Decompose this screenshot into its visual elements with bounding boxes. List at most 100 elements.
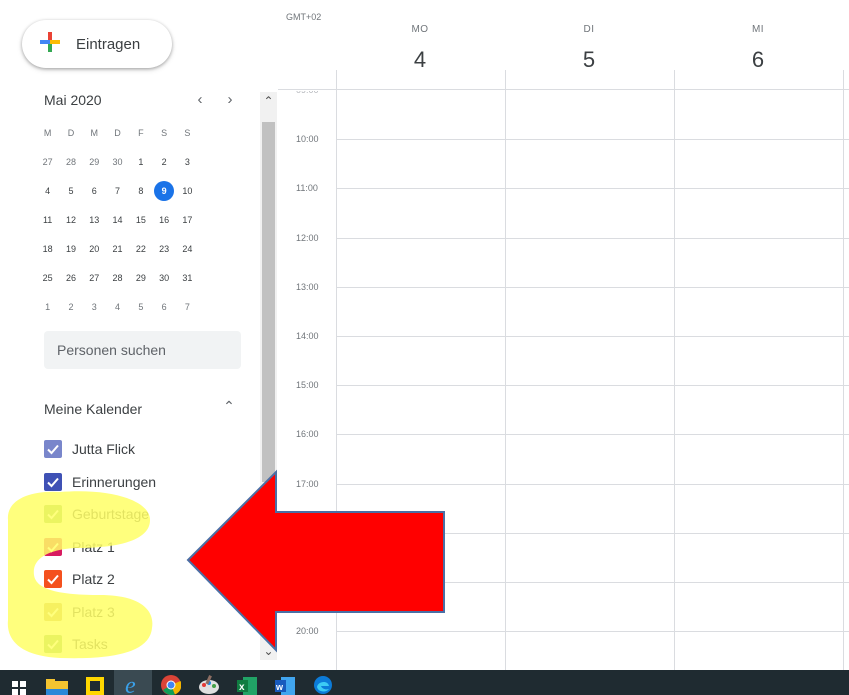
weekday-header: F bbox=[138, 127, 144, 138]
mini-calendar-day[interactable]: 17 bbox=[176, 210, 199, 230]
mini-calendar-day[interactable]: 14 bbox=[106, 210, 129, 230]
mini-calendar-day[interactable]: 30 bbox=[106, 152, 129, 172]
mini-calendar-day[interactable]: 21 bbox=[106, 239, 129, 259]
mini-calendar-day[interactable]: 13 bbox=[83, 210, 106, 230]
mini-calendar-day[interactable]: 29 bbox=[83, 152, 106, 172]
mini-calendar-day[interactable]: 3 bbox=[176, 152, 199, 172]
create-event-button[interactable]: Eintragen bbox=[22, 20, 172, 68]
checkmark-icon bbox=[47, 640, 59, 650]
day-column-divider bbox=[843, 70, 844, 670]
mini-calendar-day[interactable]: 4 bbox=[36, 181, 59, 201]
calendar-item[interactable]: Tasks bbox=[44, 628, 156, 661]
chevron-up-icon[interactable]: ⌃ bbox=[220, 398, 238, 415]
day-name: DI bbox=[583, 24, 595, 35]
calendar-checkbox[interactable] bbox=[44, 602, 62, 621]
calendar-checkbox[interactable] bbox=[44, 440, 62, 459]
scroll-down-icon[interactable]: ⌄ bbox=[260, 644, 277, 658]
file-explorer-icon[interactable] bbox=[38, 670, 76, 695]
mini-calendar-week: 25 26 27 28 29 30 31 bbox=[36, 263, 246, 292]
svg-text:w: w bbox=[275, 682, 284, 692]
day-column-divider bbox=[674, 70, 675, 670]
mini-calendar-day[interactable]: 9 bbox=[154, 180, 175, 201]
hour-label: 10:00 bbox=[296, 134, 319, 144]
mini-calendar-day[interactable]: 16 bbox=[152, 210, 175, 230]
mini-calendar-day[interactable]: 3 bbox=[83, 297, 106, 317]
calendar-item[interactable]: Platz 2 bbox=[44, 563, 156, 596]
mini-calendar-day[interactable]: 22 bbox=[129, 239, 152, 259]
hour-label: 20:00 bbox=[296, 626, 319, 636]
mini-calendar-day[interactable]: 20 bbox=[83, 239, 106, 259]
windows-start-icon[interactable] bbox=[0, 670, 38, 695]
calendar-checkbox[interactable] bbox=[44, 537, 62, 556]
mini-calendar-day[interactable]: 27 bbox=[36, 152, 59, 172]
mini-calendar-day[interactable]: 5 bbox=[129, 297, 152, 317]
sidebar-scrollbar[interactable]: ⌃ ⌄ bbox=[260, 92, 277, 660]
mini-calendar-day[interactable]: 28 bbox=[106, 268, 129, 288]
mini-calendar-day[interactable]: 4 bbox=[106, 297, 129, 317]
mini-calendar-day[interactable]: 7 bbox=[176, 297, 199, 317]
calendar-checkbox[interactable] bbox=[44, 635, 62, 654]
mini-calendar-day[interactable]: 31 bbox=[176, 268, 199, 288]
mini-calendar-day[interactable]: 30 bbox=[152, 268, 175, 288]
mini-calendar-day[interactable]: 18 bbox=[36, 239, 59, 259]
calendar-item[interactable]: Geburtstage bbox=[44, 498, 156, 531]
checkmark-icon bbox=[47, 575, 59, 585]
create-button-label: Eintragen bbox=[76, 35, 141, 53]
mini-calendar-week: 27 28 29 30 1 2 3 bbox=[36, 147, 246, 176]
hour-label: 12:00 bbox=[296, 233, 319, 243]
mini-calendar-day[interactable]: 15 bbox=[129, 210, 152, 230]
calendar-checkbox[interactable] bbox=[44, 472, 62, 491]
mini-calendar-day[interactable]: 5 bbox=[59, 181, 82, 201]
mini-calendar-day[interactable]: 7 bbox=[106, 181, 129, 201]
calendar-item[interactable]: Jutta Flick bbox=[44, 433, 156, 466]
day-header[interactable]: DI 5 bbox=[505, 24, 673, 73]
mini-calendar-day[interactable]: 1 bbox=[36, 297, 59, 317]
hour-line bbox=[336, 385, 849, 386]
calendar-checkbox[interactable] bbox=[44, 570, 62, 589]
scrollbar-thumb[interactable] bbox=[262, 122, 275, 482]
excel-icon[interactable]: x bbox=[228, 670, 266, 695]
mini-calendar-day[interactable]: 1 bbox=[129, 152, 152, 172]
mini-calendar-day[interactable]: 2 bbox=[152, 152, 175, 172]
mini-calendar-day[interactable]: 11 bbox=[36, 210, 59, 230]
mini-calendar-day[interactable]: 19 bbox=[59, 239, 82, 259]
weekday-header: S bbox=[184, 127, 191, 138]
mini-calendar-day[interactable]: 10 bbox=[176, 181, 199, 201]
paint-icon[interactable] bbox=[190, 670, 228, 695]
svg-text:e: e bbox=[125, 673, 136, 695]
internet-explorer-icon[interactable]: e bbox=[114, 670, 152, 695]
day-header[interactable]: MO 4 bbox=[336, 24, 504, 73]
scroll-up-icon[interactable]: ⌃ bbox=[260, 94, 277, 108]
my-calendars-list: Jutta Flick Erinnerungen Geburtstage Platz … bbox=[44, 433, 156, 661]
calendar-item[interactable]: Erinnerungen bbox=[44, 466, 156, 499]
mini-calendar-day[interactable]: 28 bbox=[59, 152, 82, 172]
mini-calendar-day[interactable]: 6 bbox=[152, 297, 175, 317]
word-icon[interactable]: w bbox=[266, 670, 304, 695]
hour-line bbox=[336, 533, 849, 534]
mini-calendar-day[interactable]: 25 bbox=[36, 268, 59, 288]
calendar-item[interactable]: Platz 1 bbox=[44, 531, 156, 564]
mini-calendar-day[interactable]: 24 bbox=[176, 239, 199, 259]
edge-icon[interactable] bbox=[304, 670, 342, 695]
calendar-item[interactable]: Platz 3 bbox=[44, 596, 156, 629]
mini-calendar-day[interactable]: 27 bbox=[83, 268, 106, 288]
mini-calendar-day[interactable]: 6 bbox=[83, 181, 106, 201]
mini-calendar-week: 11 12 13 14 15 16 17 bbox=[36, 205, 246, 234]
mini-calendar-grid: M D M D F S S 27 28 29 30 1 2 3 4 5 6 7 8 9 10 11 12 13 14 15 16 17… bbox=[36, 118, 246, 321]
day-header[interactable]: MI 6 bbox=[674, 24, 842, 73]
mini-calendar-day[interactable]: 8 bbox=[129, 181, 152, 201]
checkmark-icon bbox=[47, 542, 59, 553]
mini-calendar-day[interactable]: 26 bbox=[59, 268, 82, 288]
sticky-notes-icon[interactable] bbox=[76, 670, 114, 695]
calendar-checkbox[interactable] bbox=[44, 505, 62, 524]
hour-line bbox=[336, 631, 849, 632]
mini-calendar-day[interactable]: 23 bbox=[152, 239, 175, 259]
prev-month-icon[interactable]: ‹ bbox=[190, 90, 210, 110]
chrome-icon[interactable] bbox=[152, 670, 190, 695]
mini-calendar-day[interactable]: 12 bbox=[59, 210, 82, 230]
search-people-input[interactable]: Personen suchen bbox=[44, 331, 241, 369]
week-grid[interactable]: 09:00 10:00 11:00 12:00 13:00 14:00 15:00 16:00… bbox=[278, 70, 849, 670]
mini-calendar-day[interactable]: 29 bbox=[129, 268, 152, 288]
next-month-icon[interactable]: › bbox=[220, 90, 240, 110]
mini-calendar-day[interactable]: 2 bbox=[59, 297, 82, 317]
